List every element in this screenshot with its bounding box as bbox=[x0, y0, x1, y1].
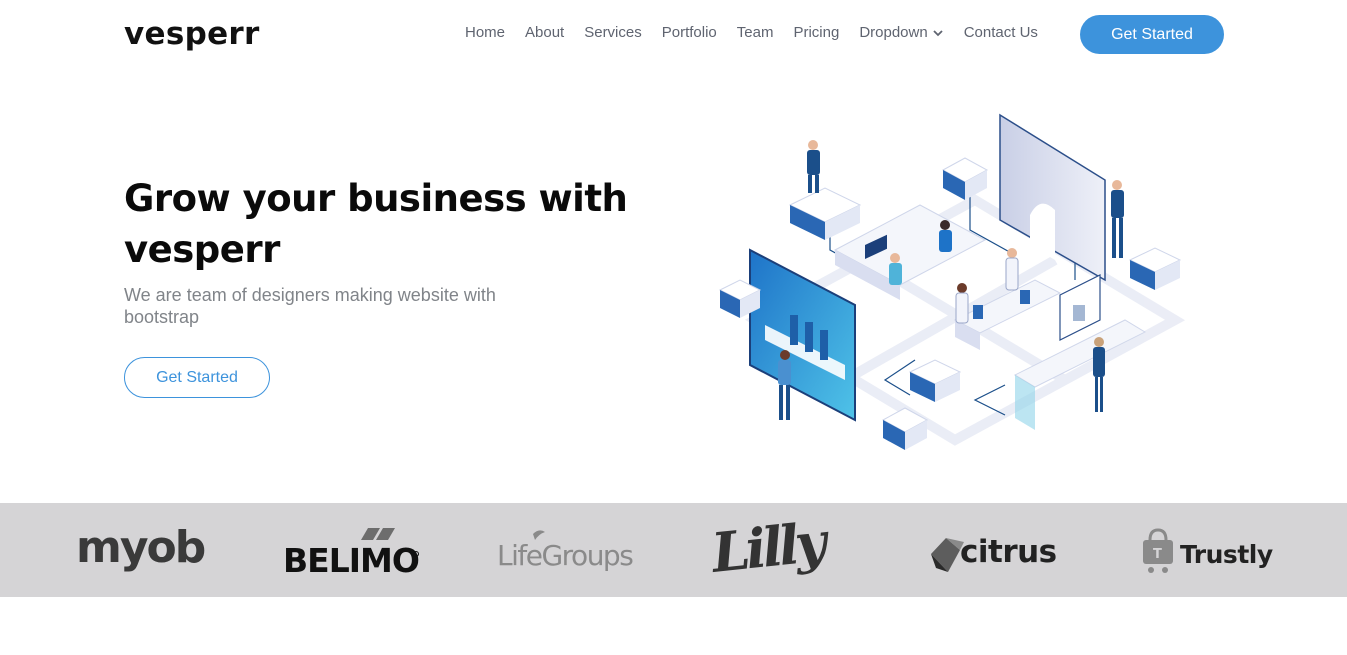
nav-item-contact[interactable]: Contact Us bbox=[964, 24, 1038, 41]
client-name: Lilly bbox=[710, 510, 833, 585]
belimo-logo: BELIMO bbox=[283, 528, 420, 580]
trustly-logo: T Trustly bbox=[1143, 528, 1273, 573]
header-get-started-button[interactable]: Get Started bbox=[1080, 15, 1224, 54]
client-name: citrus bbox=[960, 534, 1057, 570]
site-header: vesperr Home About Services Portfolio Te… bbox=[0, 0, 1347, 70]
client-logo-citrus: citrus bbox=[928, 503, 1068, 597]
client-name: BELIMO bbox=[283, 541, 419, 580]
nav-item-about[interactable]: About bbox=[525, 24, 564, 41]
lifegroups-logo: LifeGroups bbox=[497, 530, 635, 572]
client-logo-lilly: Lilly bbox=[710, 503, 855, 597]
client-name: Trustly bbox=[1180, 540, 1273, 569]
client-logo-myob: myob bbox=[76, 503, 206, 597]
nav-item-dropdown[interactable]: Dropdown bbox=[859, 24, 943, 41]
nav-item-portfolio[interactable]: Portfolio bbox=[662, 24, 717, 41]
hero-get-started-button[interactable]: Get Started bbox=[124, 357, 270, 398]
hero-illustration bbox=[718, 113, 1186, 450]
hero-subtitle: We are team of designers making website … bbox=[124, 285, 496, 327]
hero-title: Grow your business with vesperr bbox=[124, 177, 628, 271]
nav-item-services[interactable]: Services bbox=[584, 24, 642, 41]
client-logo-lifegroups: LifeGroups bbox=[497, 503, 642, 597]
nav-item-pricing[interactable]: Pricing bbox=[793, 24, 839, 41]
nav-item-dropdown-label: Dropdown bbox=[859, 24, 928, 41]
main-nav: Home About Services Portfolio Team Prici… bbox=[465, 24, 1058, 41]
myob-logo: myob bbox=[76, 522, 206, 573]
client-name: myob bbox=[76, 522, 205, 573]
clients-strip: myob BELIMO LifeGroups Lilly citrus T Tr… bbox=[0, 503, 1347, 597]
citrus-logo: citrus bbox=[931, 534, 1057, 572]
client-logo-belimo: BELIMO bbox=[283, 503, 423, 597]
client-name: LifeGroups bbox=[497, 539, 633, 572]
chevron-down-icon bbox=[933, 29, 943, 36]
nav-item-home[interactable]: Home bbox=[465, 24, 505, 41]
nav-item-team[interactable]: Team bbox=[737, 24, 774, 41]
site-logo[interactable]: vesperr bbox=[124, 16, 260, 52]
svg-text:T: T bbox=[1153, 547, 1162, 562]
lilly-logo: Lilly bbox=[710, 510, 833, 585]
client-logo-trustly: T Trustly bbox=[1140, 503, 1285, 597]
